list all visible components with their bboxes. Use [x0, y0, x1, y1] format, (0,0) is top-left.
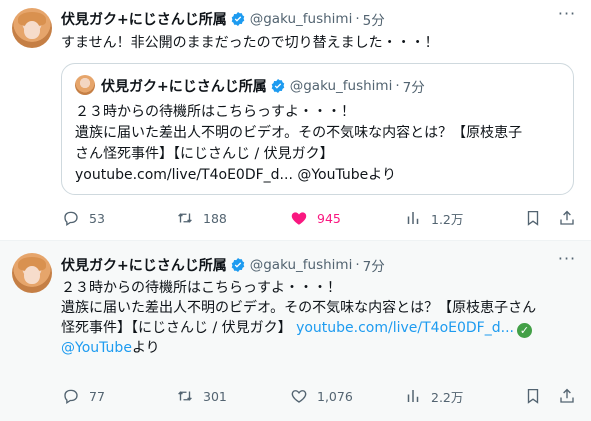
quote-line: 遺族に届いた差出人不明のビデオ。その不気味な内容とは？【原枝恵子	[75, 125, 523, 141]
tweet-text: ２３時からの待機所はこちらっすよ・・・！ 遺族に届いた差出人不明のビデオ。その不…	[61, 278, 536, 358]
handle[interactable]: @gaku_fushimi	[250, 257, 353, 273]
reply-button[interactable]: 77	[62, 385, 105, 407]
share-button[interactable]	[558, 207, 576, 229]
quote-line: さん怪死事件】【にじさんじ / 伏見ガク】	[75, 146, 334, 162]
quote-line: ２３時からの待機所はこちらっすよ・・・！	[75, 104, 355, 120]
bookmark-icon	[527, 388, 539, 404]
like-count: 945	[317, 210, 341, 226]
tweet-line: @YouTubeより	[61, 338, 536, 358]
quote-line: youtube.com/live/T4oE0DF_d... @YouTubeより	[75, 167, 396, 183]
retweet-icon	[178, 213, 192, 223]
views-icon	[407, 390, 419, 402]
tweet-line: 遺族に届いた差出人不明のビデオ。その不気味な内容とは？【原枝恵子さん	[61, 300, 537, 316]
action-bar: 53 188 945 1.2万	[58, 207, 578, 229]
like-button[interactable]: 945	[290, 207, 341, 229]
separator: ·	[355, 11, 360, 27]
avatar[interactable]	[12, 253, 52, 293]
tweet-line-text: より	[131, 340, 160, 356]
youtube-link[interactable]: youtube.com/live/T4oE0DF_d...	[296, 320, 514, 336]
quote-timestamp: 7分	[402, 80, 425, 96]
bookmark-button[interactable]	[524, 207, 542, 229]
like-button[interactable]: 1,076	[290, 385, 353, 407]
bookmark-icon	[527, 210, 539, 226]
retweet-button[interactable]: 301	[176, 385, 227, 407]
like-icon	[291, 212, 307, 225]
tweet-header: 伏見ガク+にじさんじ所属 @gaku_fushimi · 7分	[61, 255, 385, 275]
action-bar: 77 301 1,076 2.2万	[58, 385, 578, 407]
youtube-mention-link[interactable]: @YouTube	[61, 340, 132, 356]
tweet-line-text: 怪死事件】【にじさんじ / 伏見ガク】	[61, 320, 297, 336]
quote-display-name: 伏見ガク+にじさんじ所属	[101, 79, 267, 95]
separator: ·	[395, 78, 400, 94]
reply-button[interactable]: 53	[62, 207, 105, 229]
timestamp[interactable]: 7分	[363, 255, 385, 275]
check-emoji-icon: ✓	[516, 323, 532, 338]
reply-icon	[64, 389, 78, 405]
verified-badge-icon	[231, 258, 245, 272]
bookmark-button[interactable]	[524, 385, 542, 407]
retweet-button[interactable]: 188	[176, 207, 227, 229]
separator: ·	[355, 257, 360, 273]
tweet-text: すません！非公開のままだったので切り替えました・・・！	[61, 35, 439, 51]
display-name[interactable]: 伏見ガク+にじさんじ所属	[61, 9, 227, 29]
quoted-tweet[interactable]: 伏見ガク+にじさんじ所属 @gaku_fushimi · 7分 ２３時からの待機…	[61, 63, 574, 195]
share-button[interactable]	[558, 385, 576, 407]
quote-avatar	[75, 75, 95, 95]
views-count: 2.2万	[431, 389, 464, 405]
like-icon	[291, 390, 307, 403]
like-count: 1,076	[317, 388, 353, 404]
reply-icon	[64, 211, 78, 227]
quote-text: ２３時からの待機所はこちらっすよ・・・！ 遺族に届いた差出人不明のビデオ。その不…	[75, 102, 522, 186]
views-icon	[407, 212, 419, 224]
verified-badge-icon	[271, 79, 285, 93]
retweet-count: 301	[203, 388, 227, 404]
more-icon[interactable]: ···	[557, 251, 577, 273]
handle[interactable]: @gaku_fushimi	[250, 11, 353, 27]
tweet[interactable]: 伏見ガク+にじさんじ所属 @gaku_fushimi · 5分 ··· すません…	[0, 0, 591, 241]
timestamp[interactable]: 5分	[363, 9, 385, 29]
verified-badge-icon	[231, 12, 245, 26]
views-button[interactable]: 2.2万	[404, 385, 463, 407]
reply-count: 77	[89, 388, 105, 404]
tweet-header: 伏見ガク+にじさんじ所属 @gaku_fushimi · 5分	[61, 9, 385, 29]
retweet-icon	[178, 391, 192, 401]
reply-count: 53	[89, 210, 105, 226]
share-icon	[560, 388, 574, 403]
tweet[interactable]: 伏見ガク+にじさんじ所属 @gaku_fushimi · 7分 ··· ２３時か…	[0, 241, 591, 421]
views-button[interactable]: 1.2万	[404, 207, 463, 229]
tweet-line: 怪死事件】【にじさんじ / 伏見ガク】 youtube.com/live/T4o…	[61, 318, 536, 338]
tweet-line: ２３時からの待機所はこちらっすよ・・・！	[61, 280, 341, 296]
quote-header: 伏見ガク+にじさんじ所属 @gaku_fushimi · 7分	[101, 76, 425, 96]
views-count: 1.2万	[431, 211, 464, 227]
avatar[interactable]	[12, 8, 52, 48]
more-icon[interactable]: ···	[557, 6, 577, 28]
display-name[interactable]: 伏見ガク+にじさんじ所属	[61, 255, 227, 275]
share-icon	[560, 210, 574, 225]
quote-handle: @gaku_fushimi	[289, 78, 393, 94]
retweet-count: 188	[203, 210, 227, 226]
